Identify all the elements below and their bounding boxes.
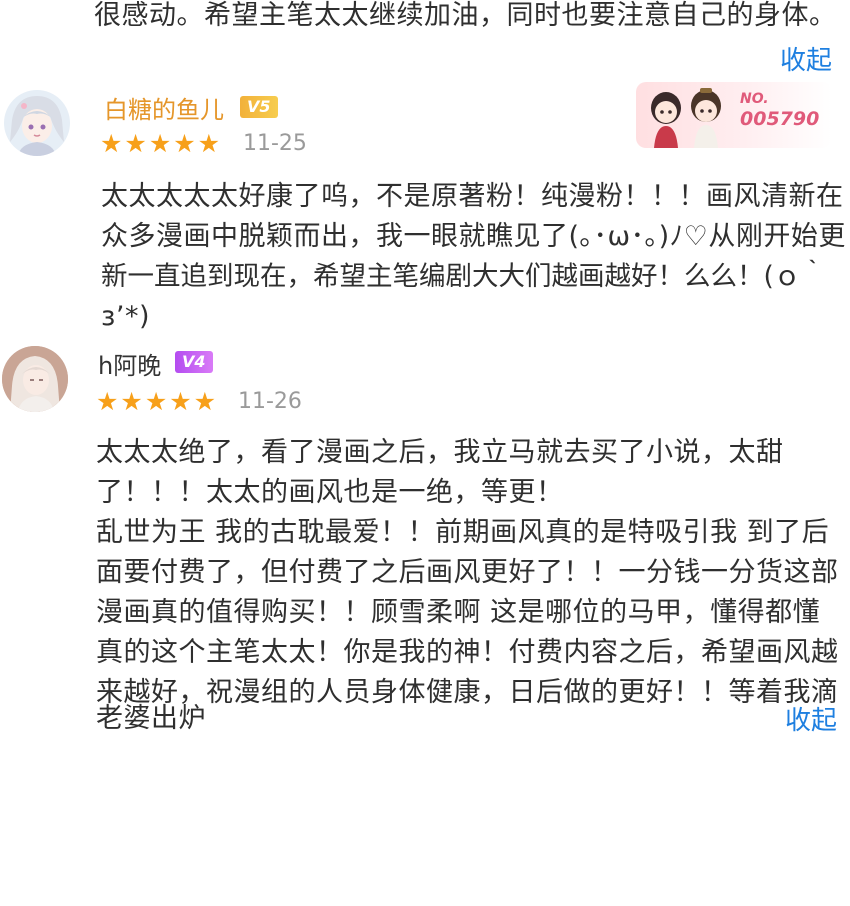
badge-label: NO. <box>740 91 769 107</box>
fan-number-badge: NO. 005790 <box>636 82 832 148</box>
comment-date: 11-26 <box>238 389 302 414</box>
comment-text-line: 真的这个主笔太太！你是我的神！付费内容之后，希望画风越 <box>96 637 839 668</box>
avatar[interactable] <box>4 90 70 156</box>
username[interactable]: h阿晚 <box>98 346 161 381</box>
comment-text-line: 来越好，祝漫组的人员身体健康，日后做的更好！！等着我滴 <box>96 677 839 708</box>
vip-badge: V5 <box>240 96 278 118</box>
comment-text-line: 新一直追到现在，希望主笔编剧大大们越画越好！么么！(ｏ｀ <box>101 261 827 292</box>
comment-date: 11-25 <box>243 131 307 156</box>
avatar-image <box>2 346 68 412</box>
star-rating: ★★★★★ <box>100 129 223 158</box>
username[interactable]: 白糖的鱼儿 <box>104 90 224 125</box>
collapse-link[interactable]: 收起 <box>785 700 837 737</box>
comment-text-line: 太太太太太好康了呜，不是原著粉！纯漫粉！！！画风清新在 <box>101 181 844 212</box>
badge-text: NO. 005790 <box>740 90 820 130</box>
avatar-image <box>4 90 70 156</box>
comment-text-line: 众多漫画中脱颖而出，我一眼就瞧见了(｡･ω･｡)ﾉ♡从刚开始更 <box>101 221 846 252</box>
avatar[interactable] <box>2 346 68 412</box>
vip-badge: V4 <box>175 351 213 373</box>
comment-text-line: 漫画真的值得购买！！顾雪柔啊 这是哪位的马甲，懂得都懂 <box>96 597 821 628</box>
comment-text-line: 老婆出炉 <box>96 703 206 734</box>
star-rating: ★★★★★ <box>96 387 219 416</box>
comment-text-line: 乱世为王 我的古耽最爱！！前期画风真的是特吸引我 到了后 <box>96 517 830 548</box>
comment-text-line: 了！！！太太的画风也是一绝，等更！ <box>96 477 564 508</box>
comment-text-line: 太太太绝了，看了漫画之后，我立马就去买了小说，太甜 <box>96 437 784 468</box>
collapse-link[interactable]: 收起 <box>780 40 832 77</box>
comment-text-line: 很感动。希望主笔太太继续加油，同时也要注意自己的身体。 <box>94 0 837 31</box>
badge-number: 005790 <box>740 108 820 130</box>
chibi-characters-icon <box>651 88 721 148</box>
comment-text-line: 面要付费了，但付费了之后画风更好了！！一分钱一分货这部 <box>96 557 839 588</box>
comment-text-line: з’*) <box>101 301 150 332</box>
